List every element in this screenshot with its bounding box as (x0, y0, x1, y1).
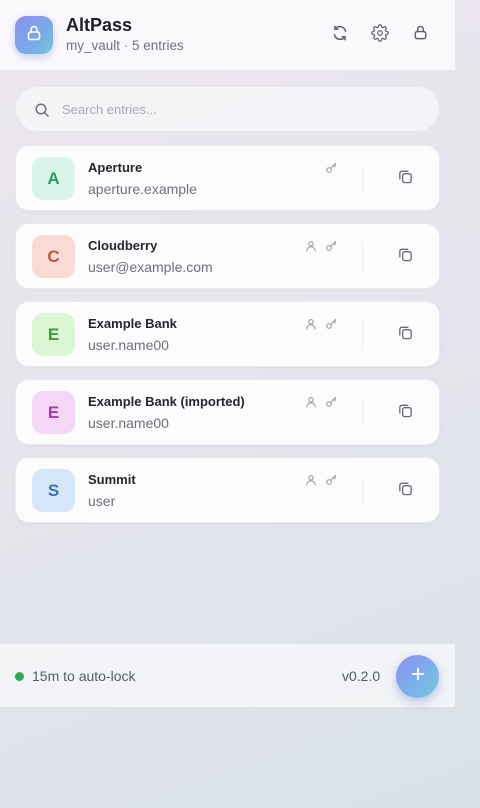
key-icon (325, 473, 337, 485)
entry-username: user.name00 (88, 337, 169, 353)
entry-avatar: C (32, 235, 75, 278)
refresh-icon (331, 24, 349, 47)
entry-username: user@example.com (88, 259, 213, 275)
add-entry-button[interactable] (396, 655, 439, 698)
lock-vault-button[interactable] (408, 23, 432, 47)
version-label: v0.2.0 (342, 668, 381, 684)
entry-card[interactable]: E Example Bank (imported) user.name00 (15, 379, 440, 445)
copy-icon (397, 168, 414, 190)
copy-password-button[interactable] (394, 324, 416, 346)
logo (15, 16, 53, 54)
user-icon (305, 239, 317, 252)
user-icon (305, 317, 317, 330)
divider (362, 476, 363, 506)
entry-avatar: S (32, 469, 75, 512)
copy-password-button[interactable] (394, 168, 416, 190)
lock-icon (25, 24, 43, 47)
search-bar (15, 86, 440, 132)
entry-name: Cloudberry (88, 238, 158, 253)
entry-username: user.name00 (88, 415, 169, 431)
footer: 15m to auto-lock v0.2.0 (0, 643, 455, 707)
entry-card[interactable]: A Aperture aperture.example (15, 145, 440, 211)
copy-icon (397, 246, 414, 268)
entry-avatar: E (32, 391, 75, 434)
key-icon (325, 239, 337, 251)
copy-icon (397, 480, 414, 502)
plus-icon (409, 665, 427, 688)
app-title: AltPass (66, 15, 133, 35)
entry-username: aperture.example (88, 181, 197, 197)
copy-icon (397, 324, 414, 346)
entry-name: Aperture (88, 160, 143, 175)
entry-card[interactable]: S Summit user (15, 457, 440, 523)
entry-name: Example Bank (88, 316, 177, 331)
gear-icon (371, 23, 389, 47)
search-icon (34, 102, 50, 118)
entry-card[interactable]: E Example Bank user.name00 (15, 301, 440, 367)
copy-password-button[interactable] (394, 246, 416, 268)
key-icon (325, 161, 337, 173)
lock-icon (412, 24, 429, 46)
entry-avatar: E (32, 313, 75, 356)
vault-subtitle: my_vault · 5 entries (66, 38, 184, 53)
auto-lock-status: 15m to auto-lock (32, 668, 136, 684)
search-input[interactable] (62, 87, 422, 131)
divider (362, 164, 363, 194)
status-dot (15, 672, 24, 681)
key-icon (325, 395, 337, 407)
user-icon (305, 473, 317, 486)
app-window: AltPass my_vault · 5 entries Search entr… (0, 0, 455, 808)
entry-name: Summit (88, 472, 136, 487)
divider (362, 398, 363, 428)
divider (362, 242, 363, 272)
copy-password-button[interactable] (394, 480, 416, 502)
copy-password-button[interactable] (394, 402, 416, 424)
entry-avatar: A (32, 157, 75, 200)
divider (362, 320, 363, 350)
entry-name: Example Bank (imported) (88, 394, 245, 409)
sync-button[interactable] (328, 23, 352, 47)
user-icon (305, 395, 317, 408)
copy-icon (397, 402, 414, 424)
key-icon (325, 317, 337, 329)
entry-card[interactable]: C Cloudberry user@example.com (15, 223, 440, 289)
settings-button[interactable] (368, 23, 392, 47)
header: AltPass my_vault · 5 entries (0, 0, 455, 71)
entry-username: user (88, 493, 116, 509)
